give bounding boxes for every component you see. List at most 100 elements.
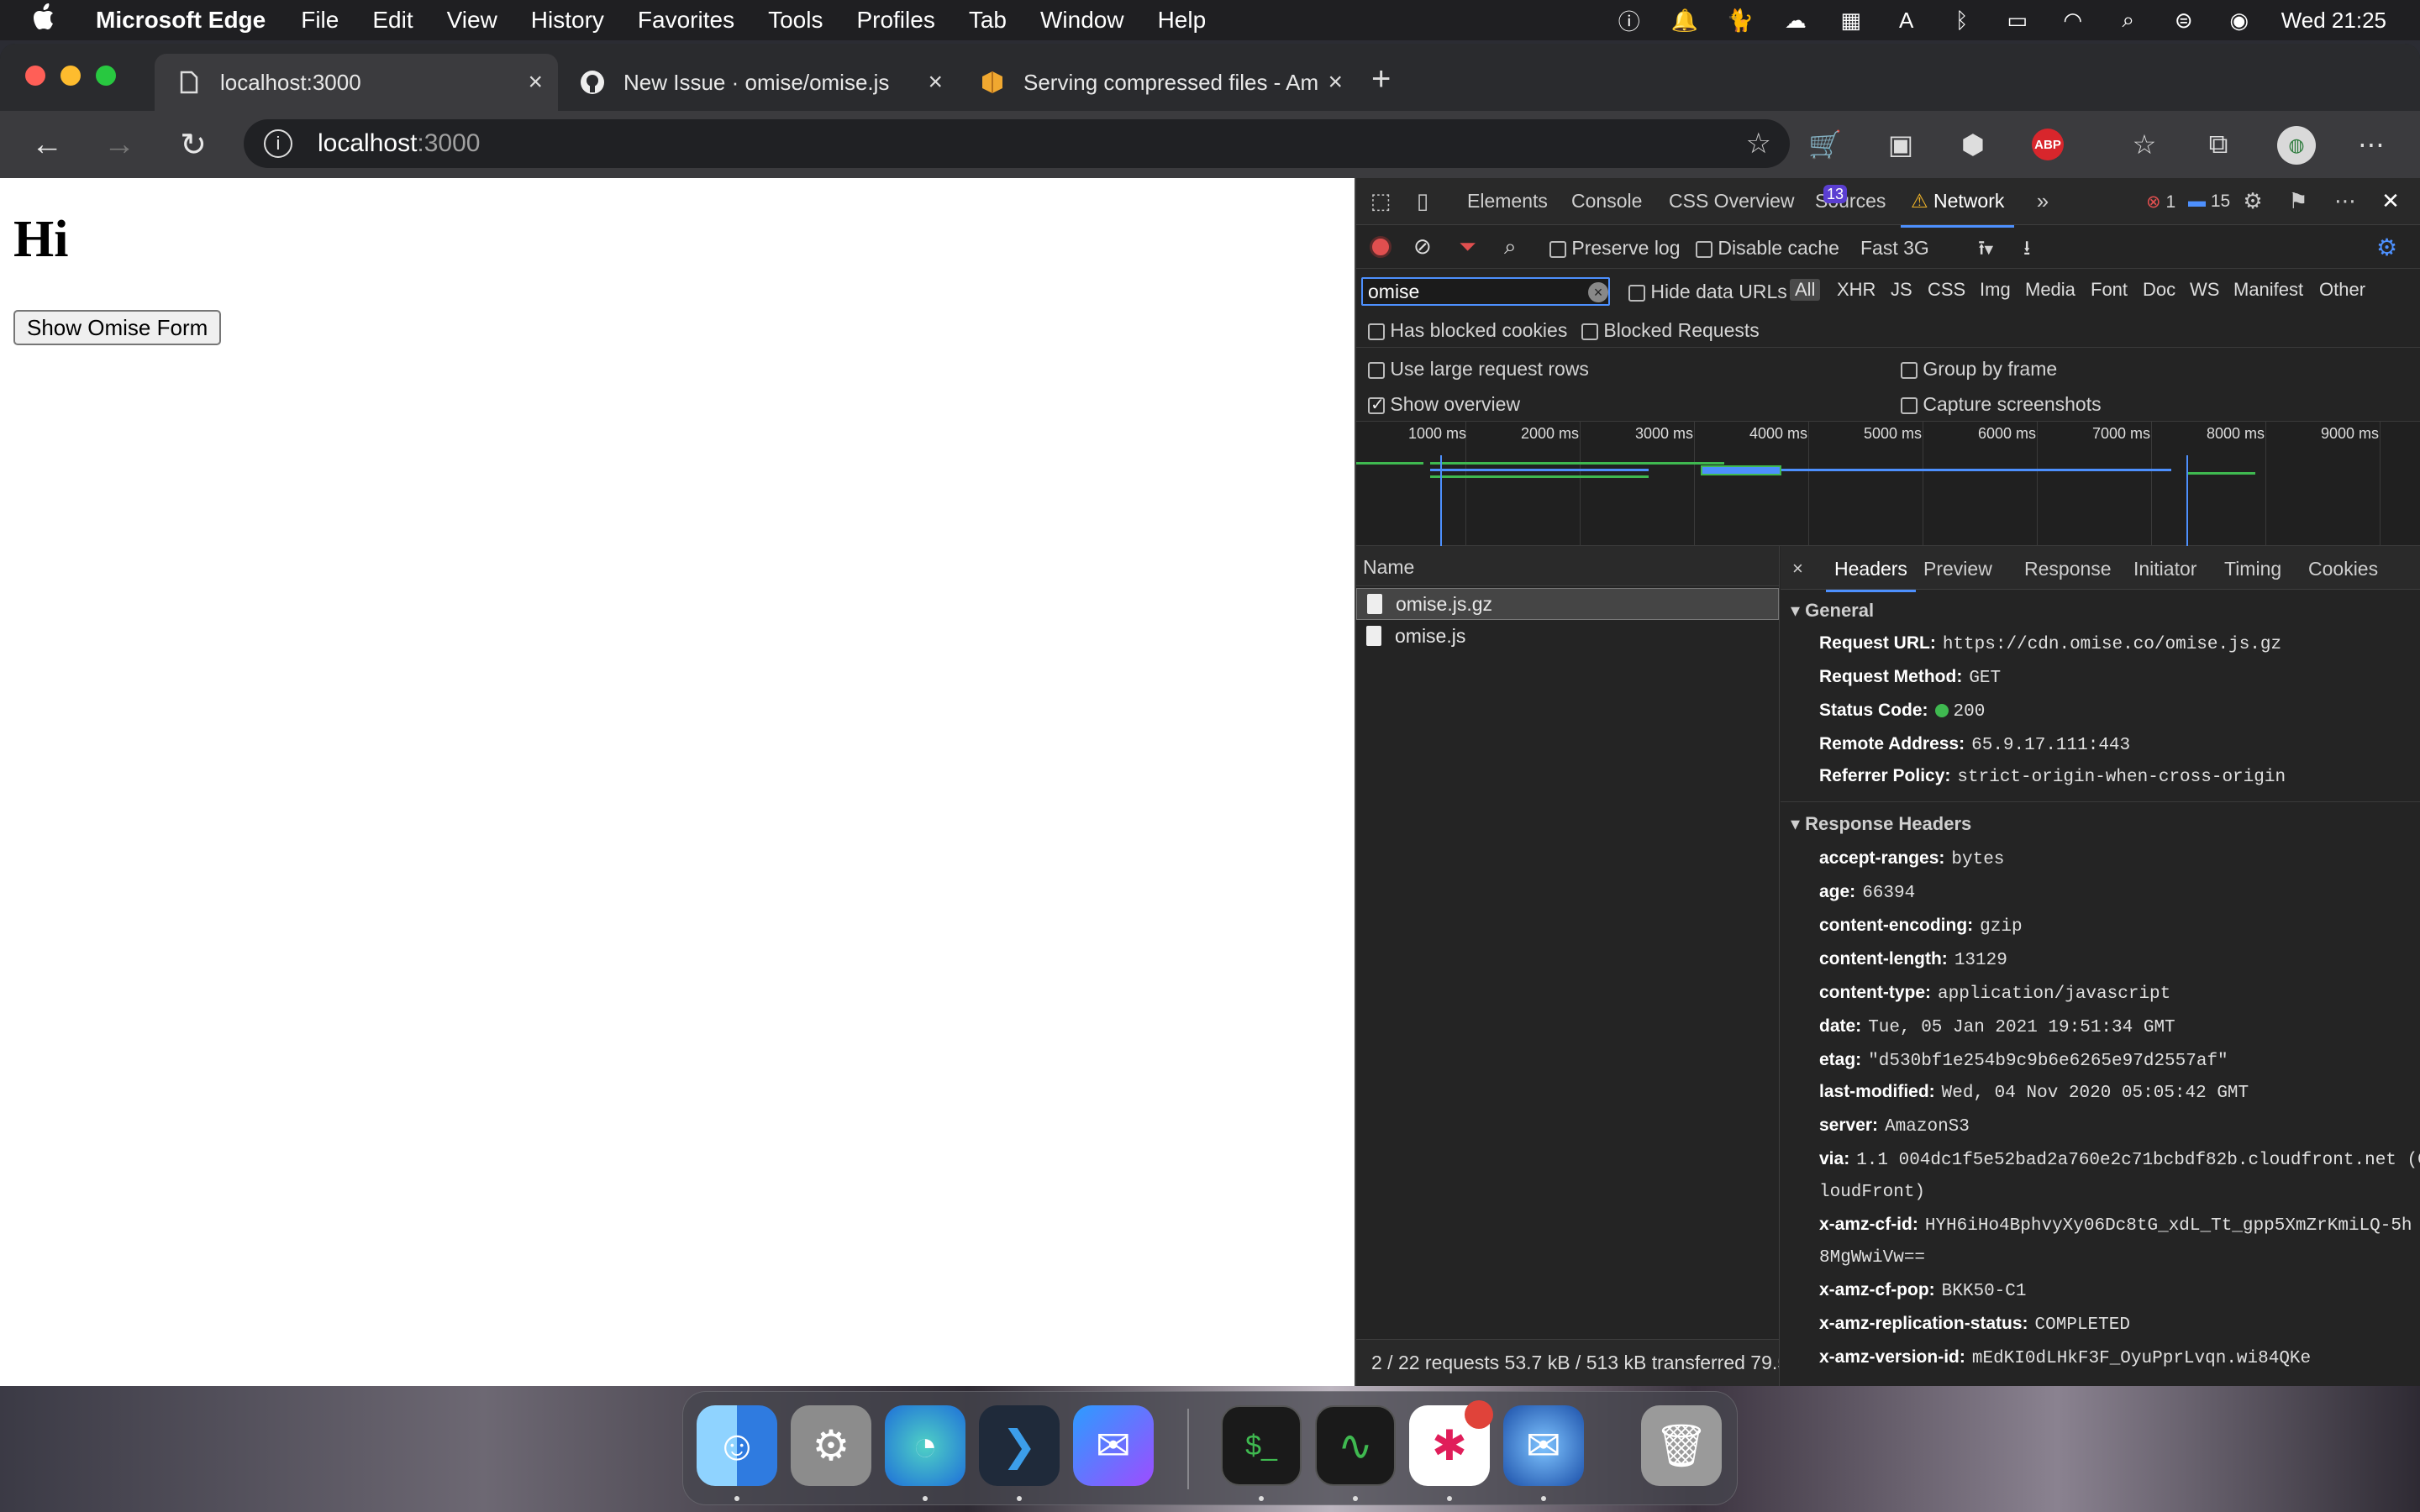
favorite-star-icon[interactable]: ☆ xyxy=(1746,127,1771,160)
tab-elements[interactable]: Elements xyxy=(1467,190,1548,213)
finder-icon[interactable]: ☺ xyxy=(697,1405,777,1486)
has-blocked-cookies-checkbox[interactable]: Has blocked cookies xyxy=(1368,319,1567,342)
tab-aws-docs[interactable]: Serving compressed files - Am × xyxy=(958,54,1358,111)
hide-data-urls-checkbox[interactable]: Hide data URLs xyxy=(1628,281,1787,303)
vscode-icon[interactable]: ❯ xyxy=(979,1405,1060,1486)
collections-icon[interactable]: ⧉ xyxy=(2200,126,2237,163)
shopping-cart-extension-icon[interactable]: 🛒 xyxy=(1807,126,1844,163)
wifi-icon[interactable]: ◠ xyxy=(2060,8,2086,33)
menu-tab[interactable]: Tab xyxy=(969,7,1007,34)
group-by-frame-checkbox[interactable]: Group by frame xyxy=(1901,358,2057,381)
request-row[interactable]: omise.js xyxy=(1356,620,1779,652)
extension-hex-icon[interactable]: ⬢ xyxy=(1954,126,1991,163)
type-filter-all[interactable]: All xyxy=(1790,279,1821,301)
devtools-close-icon[interactable]: ✕ xyxy=(2376,186,2405,215)
trash-icon[interactable]: 🗑 xyxy=(1641,1405,1722,1486)
menu-edit[interactable]: Edit xyxy=(372,7,413,34)
password-manager-icon[interactable]: ⓘ xyxy=(1616,8,1643,34)
request-row[interactable]: omise.js.gz xyxy=(1356,588,1779,620)
filter-icon[interactable]: ⏷ xyxy=(1459,234,1476,260)
more-tabs-icon[interactable]: » xyxy=(2028,186,2057,215)
tab-css-overview[interactable]: CSS Overview xyxy=(1669,190,1795,213)
response-headers-section-header[interactable]: ▾ Response Headers xyxy=(1791,813,1971,835)
notification-bell-icon[interactable]: 🔔 xyxy=(1671,8,1698,33)
thunderbird-icon[interactable]: ✉ xyxy=(1503,1405,1584,1486)
tab-cookies[interactable]: Cookies xyxy=(2308,558,2378,580)
search-icon[interactable]: ⌕ xyxy=(1504,234,1517,260)
name-column-header[interactable]: Name xyxy=(1356,546,1779,586)
tab-preview[interactable]: Preview xyxy=(1923,558,1992,580)
message-count[interactable]: ▬ 15 xyxy=(2188,192,2230,212)
menu-file[interactable]: File xyxy=(301,7,339,34)
clear-icon[interactable]: ⊘ xyxy=(1413,234,1432,260)
activity-monitor-icon[interactable]: ∿ xyxy=(1315,1405,1396,1486)
clear-filter-icon[interactable]: × xyxy=(1588,282,1608,302)
type-filter-ws[interactable]: WS xyxy=(2190,279,2219,301)
app-menu-name[interactable]: Microsoft Edge xyxy=(96,7,266,34)
type-filter-media[interactable]: Media xyxy=(2025,279,2075,301)
blocked-requests-checkbox[interactable]: Blocked Requests xyxy=(1581,319,1760,342)
more-menu-icon[interactable]: ⋯ xyxy=(2353,126,2390,163)
close-details-icon[interactable]: × xyxy=(1792,558,1803,580)
feedback-icon[interactable]: ⚑ xyxy=(2284,186,2312,215)
show-omise-form-button[interactable]: Show Omise Form xyxy=(13,310,222,345)
runcat-icon[interactable]: 🐈 xyxy=(1727,8,1754,33)
tab-close-icon[interactable]: × xyxy=(528,68,543,97)
menu-tools[interactable]: Tools xyxy=(768,7,823,34)
tab-localhost[interactable]: localhost:3000 × xyxy=(155,54,558,111)
large-request-rows-checkbox[interactable]: Use large request rows xyxy=(1368,358,1589,381)
export-har-icon[interactable]: ⭳ xyxy=(2023,234,2030,268)
battery-icon[interactable]: ▭ xyxy=(2004,8,2031,33)
reload-button[interactable]: ↻ xyxy=(171,123,215,166)
preserve-log-checkbox[interactable]: Preserve log xyxy=(1549,237,1681,260)
menu-profiles[interactable]: Profiles xyxy=(856,7,934,34)
window-close-button[interactable] xyxy=(25,66,45,86)
new-tab-button[interactable]: + xyxy=(1371,60,1391,98)
tab-initiator[interactable]: Initiator xyxy=(2133,558,2196,580)
edge-icon[interactable]: ◔ xyxy=(885,1405,965,1486)
menu-view[interactable]: View xyxy=(447,7,497,34)
input-source-icon[interactable]: A xyxy=(1893,8,1920,33)
control-center-icon[interactable]: ⊜ xyxy=(2170,8,2197,33)
capture-screenshots-checkbox[interactable]: Capture screenshots xyxy=(1901,393,2102,416)
adblock-plus-icon[interactable]: ABP xyxy=(2032,129,2064,160)
type-filter-xhr[interactable]: XHR xyxy=(1837,279,1876,301)
network-overview-timeline[interactable]: 1000 ms 2000 ms 3000 ms 4000 ms 5000 ms … xyxy=(1356,422,2420,546)
tab-github-new-issue[interactable]: New Issue · omise/omise.js × xyxy=(558,54,958,111)
address-bar[interactable]: i localhost:3000 ☆ xyxy=(244,119,1790,168)
layout-grid-icon[interactable]: ▦ xyxy=(1838,8,1865,33)
device-toolbar-icon[interactable]: ▯ xyxy=(1408,186,1437,215)
tab-timing[interactable]: Timing xyxy=(2224,558,2281,580)
window-minimize-button[interactable] xyxy=(60,66,81,86)
favorites-list-icon[interactable]: ☆ xyxy=(2126,126,2163,163)
checkbox[interactable] xyxy=(1368,361,1385,379)
type-filter-img[interactable]: Img xyxy=(1980,279,2011,301)
tab-response[interactable]: Response xyxy=(2024,558,2112,580)
network-settings-gear-icon[interactable]: ⚙ xyxy=(2376,234,2397,261)
siri-icon[interactable]: ◉ xyxy=(2226,8,2253,33)
window-zoom-button[interactable] xyxy=(96,66,116,86)
import-har-icon[interactable]: ⭱ xyxy=(1978,234,1985,268)
messenger-icon[interactable]: ✉ xyxy=(1073,1405,1154,1486)
general-section-header[interactable]: ▾ General xyxy=(1791,600,1874,622)
menu-history[interactable]: History xyxy=(531,7,604,34)
error-count[interactable]: ⊗ 1 xyxy=(2146,192,2175,213)
type-filter-doc[interactable]: Doc xyxy=(2143,279,2175,301)
back-button[interactable]: ← xyxy=(25,123,69,166)
type-filter-font[interactable]: Font xyxy=(2091,279,2128,301)
filter-input[interactable]: omise xyxy=(1361,277,1610,306)
disable-cache-checkbox[interactable]: Disable cache xyxy=(1696,237,1839,260)
checkbox[interactable] xyxy=(1368,394,1385,415)
checkbox[interactable] xyxy=(1628,284,1645,302)
tab-console[interactable]: Console xyxy=(1571,190,1642,213)
record-button[interactable] xyxy=(1370,236,1392,258)
forward-button[interactable]: → xyxy=(97,123,141,166)
terminal-icon[interactable]: $_ xyxy=(1221,1405,1302,1486)
menu-help[interactable]: Help xyxy=(1158,7,1207,34)
picture-in-picture-icon[interactable]: ▣ xyxy=(1882,126,1919,163)
cloud-icon[interactable]: ☁ xyxy=(1782,8,1809,33)
menubar-clock[interactable]: Wed 21:25 xyxy=(2281,8,2386,34)
throttling-select[interactable]: Fast 3G ▼ xyxy=(1860,237,1996,260)
bluetooth-icon[interactable]: ᛒ xyxy=(1949,8,1975,33)
devtools-more-icon[interactable]: ⋯ xyxy=(2331,186,2360,215)
